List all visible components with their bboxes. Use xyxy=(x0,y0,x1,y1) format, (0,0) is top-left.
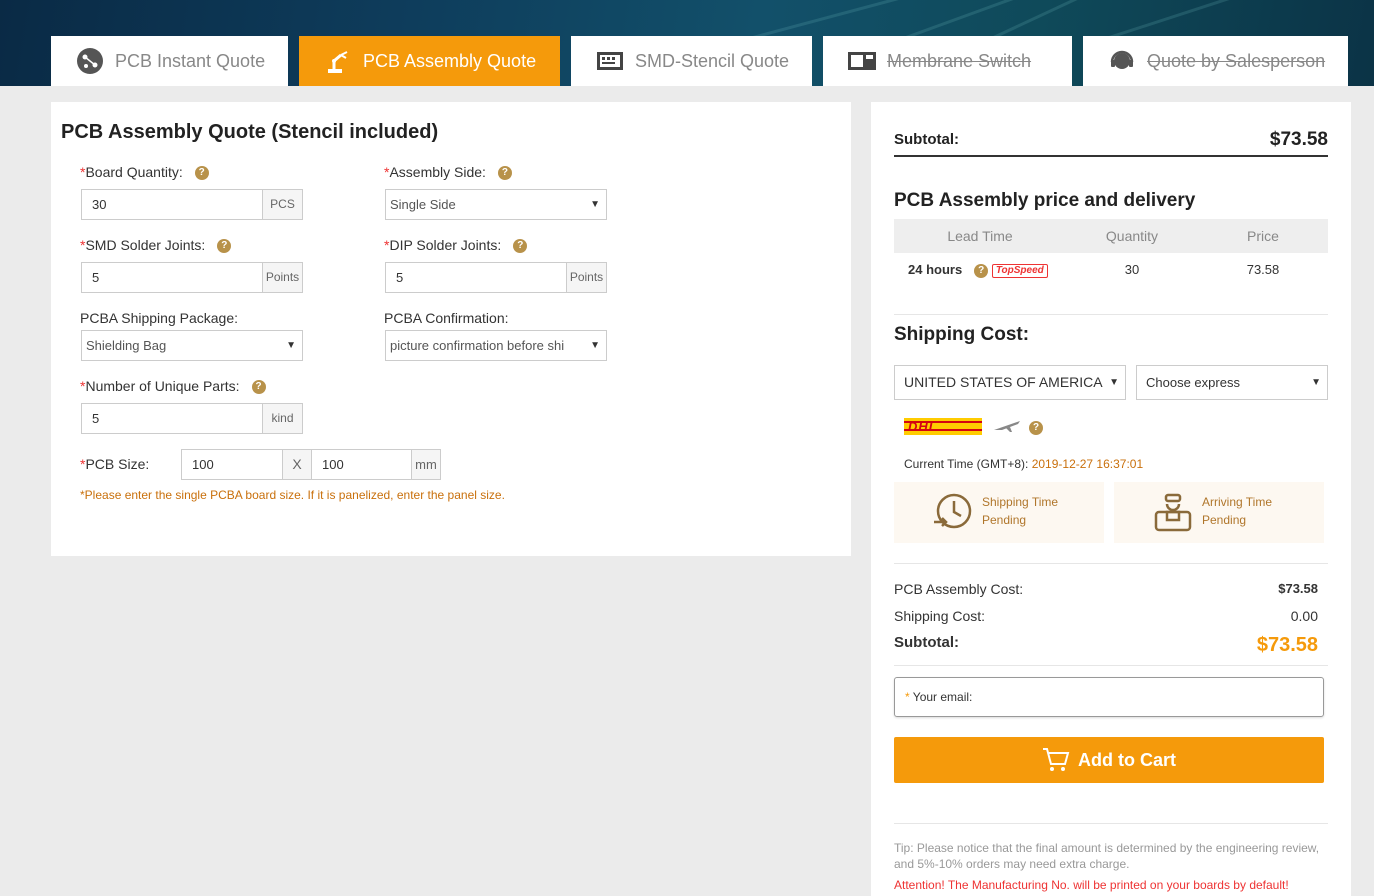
quantity-cell: 30 xyxy=(1124,262,1140,277)
price-cell: 73.58 xyxy=(1246,262,1280,277)
top-subtotal: Subtotal: $73.58 xyxy=(894,129,1328,157)
tab-label: Quote by Salesperson xyxy=(1147,50,1326,71)
help-icon[interactable]: ? xyxy=(513,239,528,254)
unit-label: Points xyxy=(262,263,302,292)
robot-arm-icon xyxy=(323,46,353,76)
unit-label: mm xyxy=(411,450,440,479)
email-field[interactable]: * Your email: xyxy=(894,677,1324,717)
clock-arrow-icon xyxy=(932,492,974,534)
shipping-time-value: Pending xyxy=(982,513,1027,527)
divider xyxy=(894,314,1328,315)
quote-form-panel: PCB Assembly Quote (Stencil included) *B… xyxy=(51,102,851,556)
final-subtotal-value: $73.58 xyxy=(1256,634,1318,656)
tab-pcb-instant-quote[interactable]: PCB Instant Quote xyxy=(51,36,288,86)
dhl-logo[interactable]: DHL xyxy=(904,418,982,435)
shipping-cost-title: Shipping Cost: xyxy=(894,324,1030,345)
shipping-package-label: PCBA Shipping Package: xyxy=(80,310,238,326)
stencil-icon xyxy=(595,46,625,76)
assembly-cost-line: PCB Assembly Cost: $73.58 xyxy=(894,581,1318,597)
assembly-side-select[interactable]: Single Side ▼ xyxy=(385,189,607,220)
pcb-width-input[interactable]: 100 xyxy=(182,450,282,479)
form-title: PCB Assembly Quote (Stencil included) xyxy=(61,121,439,143)
help-icon[interactable]: ? xyxy=(974,263,989,278)
attention-text: Attention! The Manufacturing No. will be… xyxy=(894,878,1289,892)
headset-icon xyxy=(1107,46,1137,76)
subtotal-value: $73.58 xyxy=(1269,129,1328,150)
tab-membrane-switch[interactable]: Membrane Switch xyxy=(823,36,1072,86)
courier-icon xyxy=(1152,492,1194,534)
topspeed-badge: TopSpeed xyxy=(991,263,1048,278)
add-to-cart-button[interactable]: Add to Cart xyxy=(894,737,1324,783)
assembly-side-label: *Assembly Side:? xyxy=(384,164,512,181)
smd-joints-label: *SMD Solder Joints:? xyxy=(80,237,232,254)
tab-quote-by-salesperson[interactable]: Quote by Salesperson xyxy=(1083,36,1348,86)
tip-text: Tip: Please notice that the final amount… xyxy=(894,841,1320,871)
shipping-time-label: Shipping Time xyxy=(982,495,1059,509)
help-icon[interactable]: ? xyxy=(1029,421,1043,435)
caret-down-icon: ▼ xyxy=(286,340,296,351)
caret-down-icon: ▼ xyxy=(1311,377,1321,388)
price-delivery-title: PCB Assembly price and delivery xyxy=(894,190,1196,211)
final-subtotal-line: Subtotal: $73.58 xyxy=(894,634,1318,656)
shipping-cost-value: 0.00 xyxy=(1290,608,1318,624)
express-select[interactable]: Choose express ▼ xyxy=(1136,365,1328,400)
subtotal-label: Subtotal: xyxy=(894,131,959,148)
size-separator: X xyxy=(282,450,311,479)
banner-decoration xyxy=(1105,0,1335,41)
dip-joints-input[interactable]: 5 Points xyxy=(385,262,607,293)
price-table: Lead Time Quantity Price 24 hours? TopSp… xyxy=(894,219,1328,283)
pcb-size-label: *PCB Size: xyxy=(80,456,150,472)
tab-smd-stencil-quote[interactable]: SMD-Stencil Quote xyxy=(571,36,812,86)
table-row[interactable]: 24 hours? TopSpeed 30 73.58 xyxy=(894,253,1328,283)
caret-down-icon: ▼ xyxy=(1109,377,1119,388)
tab-pcb-assembly-quote[interactable]: PCB Assembly Quote xyxy=(299,36,560,86)
divider xyxy=(894,823,1328,824)
arriving-time-box: Arriving Time Pending xyxy=(1114,482,1324,543)
unit-label: kind xyxy=(262,404,302,433)
pcba-confirmation-select[interactable]: picture confirmation before shi ▼ xyxy=(385,330,607,361)
assembly-cost-value: $73.58 xyxy=(1278,581,1318,596)
shipping-time-box: Shipping Time Pending xyxy=(894,482,1104,543)
help-icon[interactable]: ? xyxy=(497,166,512,181)
board-quantity-input[interactable]: 30 PCS xyxy=(81,189,303,220)
cart-icon xyxy=(1042,747,1070,773)
lead-time: 24 hours xyxy=(908,262,963,277)
help-icon[interactable]: ? xyxy=(194,166,209,181)
tab-label: SMD-Stencil Quote xyxy=(635,50,790,71)
shipping-cost-line: Shipping Cost: 0.00 xyxy=(894,608,1318,624)
unique-parts-input[interactable]: 5 kind xyxy=(81,403,303,434)
tab-label: PCB Assembly Quote xyxy=(363,50,537,71)
airplane-icon xyxy=(992,418,1022,439)
pcb-icon xyxy=(75,46,105,76)
divider xyxy=(894,665,1328,666)
table-header: Lead Time Quantity Price xyxy=(894,219,1328,253)
pcba-confirmation-label: PCBA Confirmation: xyxy=(384,310,509,326)
divider xyxy=(894,563,1328,564)
pcb-size-group: 100 X 100 mm xyxy=(181,449,441,480)
arriving-time-value: Pending xyxy=(1202,513,1247,527)
tab-label: PCB Instant Quote xyxy=(115,50,266,71)
help-icon[interactable]: ? xyxy=(251,380,266,395)
quote-tabs: PCB Instant Quote PCB Assembly Quote SMD… xyxy=(51,36,1348,86)
board-quantity-label: *Board Quantity:? xyxy=(80,164,209,181)
membrane-icon xyxy=(847,46,877,76)
arriving-time-label: Arriving Time xyxy=(1202,495,1273,509)
country-select[interactable]: UNITED STATES OF AMERICA ▼ xyxy=(894,365,1126,400)
help-icon[interactable]: ? xyxy=(217,239,232,254)
unit-label: PCS xyxy=(262,190,302,219)
caret-down-icon: ▼ xyxy=(590,199,600,210)
caret-down-icon: ▼ xyxy=(588,331,600,360)
dip-joints-label: *DIP Solder Joints:? xyxy=(384,237,528,254)
pcb-size-note: *Please enter the single PCBA board size… xyxy=(80,488,505,502)
pcb-height-input[interactable]: 100 xyxy=(311,450,411,479)
smd-joints-input[interactable]: 5 Points xyxy=(81,262,303,293)
current-time: Current Time (GMT+8): 2019-12-27 16:37:0… xyxy=(904,457,1144,471)
shipping-package-select[interactable]: Shielding Bag ▼ xyxy=(81,330,303,361)
tab-label: Membrane Switch xyxy=(887,50,1032,71)
unit-label: Points xyxy=(566,263,606,292)
order-summary-panel: Subtotal: $73.58 PCB Assembly price and … xyxy=(871,102,1351,896)
unique-parts-label: *Number of Unique Parts:? xyxy=(80,378,266,395)
